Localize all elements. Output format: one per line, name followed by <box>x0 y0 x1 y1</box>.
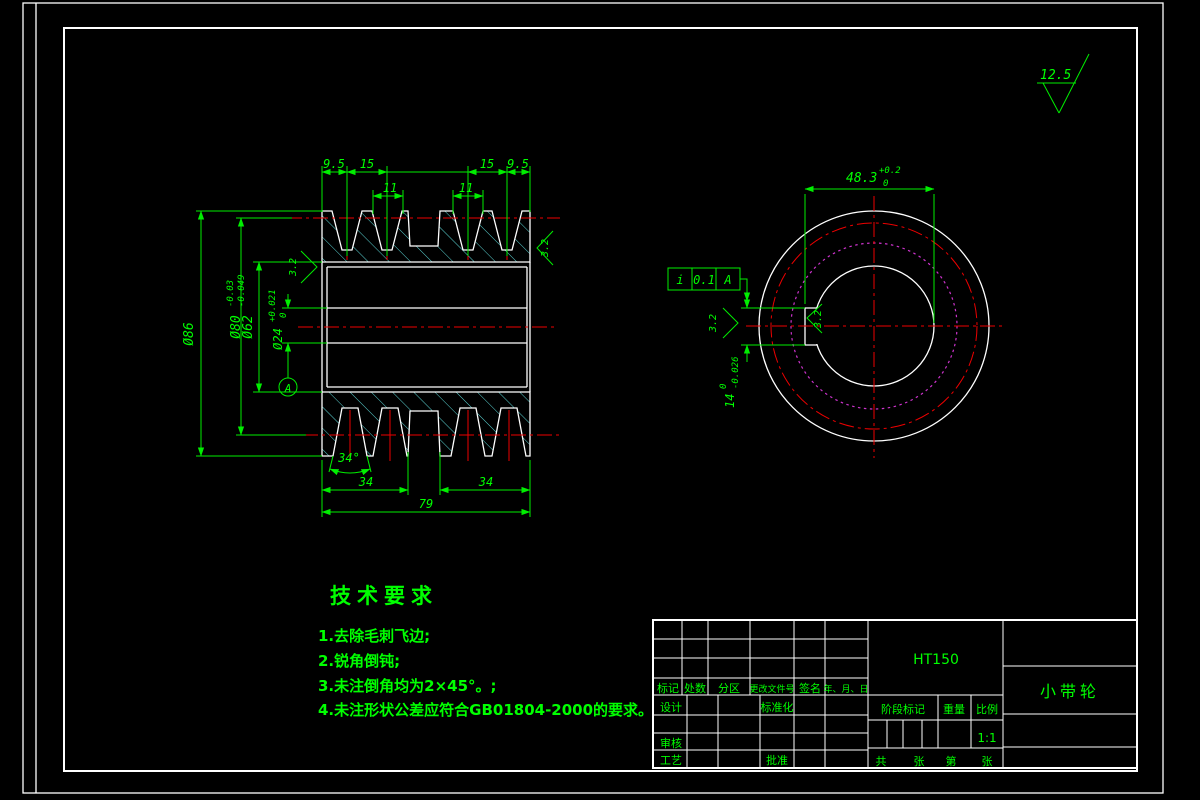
svg-text:3.2: 3.2 <box>813 310 824 329</box>
feature-control-frame: i 0.1 A <box>667 267 751 302</box>
tb-scale-value: 1:1 <box>977 731 996 745</box>
tech-req-item-3: 3.未注倒角均为2×45°。; <box>318 677 497 695</box>
dim-9p5-right: 9.5 <box>507 157 529 171</box>
svg-text:3.2: 3.2 <box>708 314 719 333</box>
tb-label-change-file-no: 更改文件号 <box>749 683 794 695</box>
tb-label-stage-mark: 阶段标记 <box>881 702 925 716</box>
svg-text:+0.2: +0.2 <box>879 166 901 176</box>
tb-label-gongyi: 工艺 <box>660 754 682 767</box>
dim-11-right: 11 <box>459 181 473 195</box>
tb-label-weight: 重量 <box>943 702 965 716</box>
pulley-top-rim <box>321 210 531 263</box>
roughness-rim-right: 3.2 <box>536 230 554 266</box>
cad-sheet[interactable]: 12.5 9.5 15 11 11 15 9.5 Ø86 Ø80 -0.03 -… <box>0 0 1200 800</box>
tb-label-sheji: 设计 <box>660 701 682 714</box>
datum-a-symbol: A <box>278 377 298 397</box>
tb-label-shenhe: 审核 <box>660 736 682 750</box>
tb-part-name: 小带轮 <box>1040 682 1100 701</box>
tb-label-scale: 比例 <box>976 702 998 716</box>
dim-angle-34: 34° <box>337 451 360 465</box>
svg-text:-0.026: -0.026 <box>731 356 741 389</box>
svg-text:14: 14 <box>723 394 737 408</box>
side-view[interactable]: 48.3 +0.2 0 14 0 -0.026 i 0.1 A 3.2 3.2 <box>667 166 1004 458</box>
dim-11-left: 11 <box>383 181 397 195</box>
tb-label-chushu: 处数 <box>684 682 706 695</box>
front-view[interactable]: 9.5 15 11 11 15 9.5 Ø86 Ø80 -0.03 -0.049… <box>182 157 563 517</box>
tb-label-zhang2: 张 <box>982 755 993 768</box>
dim-48p3: 48.3 +0.2 0 <box>846 166 901 189</box>
tb-label-pizhun: 批准 <box>766 753 788 767</box>
fcf-symbol: i <box>676 273 683 287</box>
tb-label-biaoji: 标记 <box>657 681 679 695</box>
dim-34-right: 34 <box>478 475 493 489</box>
global-roughness-symbol: 12.5 <box>1037 53 1090 114</box>
tb-label-gong: 共 <box>876 755 887 768</box>
tb-label-fenqu: 分区 <box>718 682 740 695</box>
svg-text:-0.03: -0.03 <box>226 280 236 307</box>
svg-text:-0.049: -0.049 <box>237 274 247 307</box>
tb-label-biaozhunhua: 标准化 <box>761 700 794 714</box>
tb-label-date: 年、月、日 <box>823 683 868 695</box>
dim-dia24: Ø24 +0.021 0 <box>268 289 289 349</box>
svg-text:0: 0 <box>719 384 729 389</box>
cad-drawing-canvas: 12.5 9.5 15 11 11 15 9.5 Ø86 Ø80 -0.03 -… <box>22 2 1164 794</box>
dim-dia62: Ø62 <box>241 315 256 339</box>
svg-text:48.3: 48.3 <box>846 171 877 186</box>
svg-text:3.2: 3.2 <box>288 258 299 277</box>
svg-text:+0.021: +0.021 <box>268 289 278 322</box>
dim-dia86: Ø86 <box>182 322 197 346</box>
dim-15-left: 15 <box>360 157 374 171</box>
tech-req-title: 技术要求 <box>330 584 438 608</box>
svg-text:0: 0 <box>279 313 289 318</box>
pulley-bottom-rim <box>321 391 531 457</box>
dim-79: 79 <box>419 497 433 511</box>
tb-label-zhang1: 张 <box>914 755 925 768</box>
tb-label-qianming: 签名 <box>799 681 821 695</box>
tech-requirements: 技术要求 1.去除毛刺飞边; 2.锐角倒钝; 3.未注倒角均为2×45°。; 4… <box>318 584 653 719</box>
roughness-keyway-dim: 3.2 <box>708 307 739 339</box>
tech-req-item-4: 4.未注形状公差应符合GB01804-2000的要求。 <box>318 701 653 719</box>
tech-req-item-2: 2.锐角倒钝; <box>318 652 400 670</box>
svg-text:A: A <box>284 382 292 395</box>
sheet-frame <box>22 2 1164 794</box>
title-block: 标记 处数 分区 更改文件号 签名 年、月、日 设计 标准化 审核 工艺 批准 … <box>652 619 1138 769</box>
global-roughness-value: 12.5 <box>1040 68 1071 83</box>
fcf-tolerance: 0.1 <box>693 273 715 287</box>
roughness-hub-left: 3.2 <box>288 250 318 284</box>
fcf-datum: A <box>723 273 731 287</box>
dim-14: 14 0 -0.026 <box>719 356 741 408</box>
tb-label-di: 第 <box>946 754 957 768</box>
dim-9p5-left: 9.5 <box>323 157 345 171</box>
tech-req-item-1: 1.去除毛刺飞边; <box>318 627 430 645</box>
svg-text:3.2: 3.2 <box>540 239 551 258</box>
svg-text:Ø24: Ø24 <box>271 328 285 350</box>
tb-material: HT150 <box>913 652 959 668</box>
svg-text:0: 0 <box>883 179 888 189</box>
dim-15-right: 15 <box>480 157 494 171</box>
dim-34-left: 34 <box>358 475 373 489</box>
